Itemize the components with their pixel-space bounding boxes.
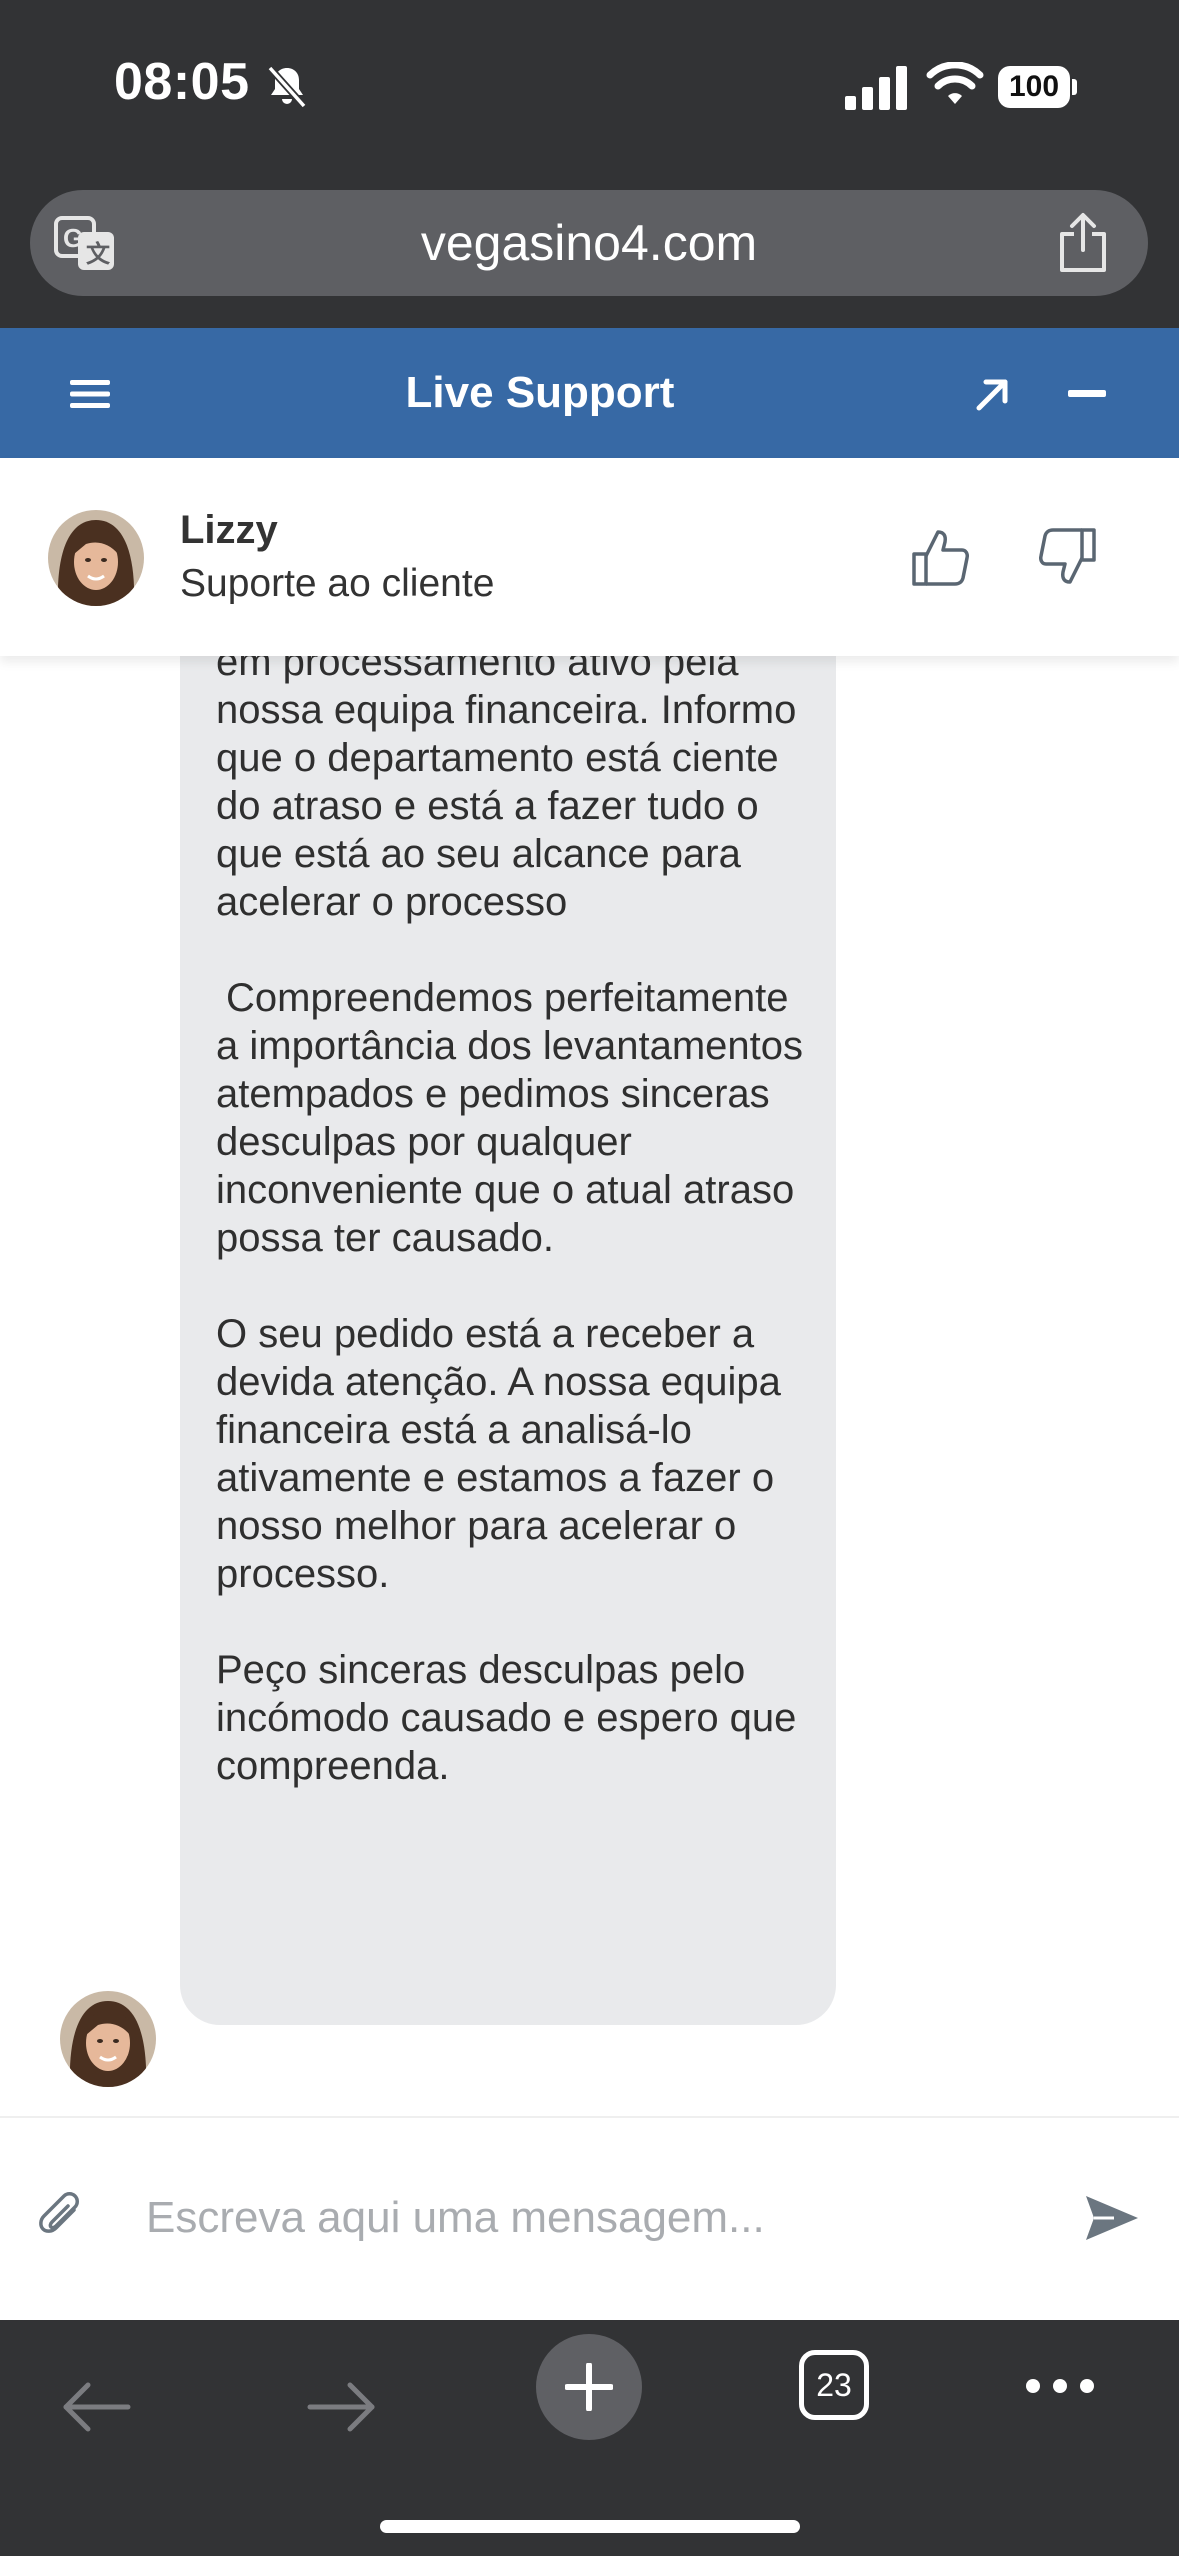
expand-icon[interactable]: [975, 378, 1009, 412]
status-time: 08:05: [114, 53, 250, 111]
plus-icon: [565, 2363, 613, 2411]
message-paragraph: Peço sinceras desculpas pelo incómodo ca…: [216, 1648, 797, 1788]
agent-avatar: [48, 510, 144, 606]
send-icon[interactable]: [1084, 2192, 1140, 2244]
new-tab-button[interactable]: [536, 2334, 642, 2440]
chat-title: Live Support: [405, 368, 675, 417]
message-paragraph: pagamentos estão atualmente em processam…: [216, 656, 797, 924]
thumbs-down-icon[interactable]: [1036, 526, 1098, 588]
message-composer: [0, 2118, 1179, 2320]
battery-level: 100: [998, 66, 1070, 108]
agent-role: Suporte ao cliente: [180, 562, 495, 605]
paperclip-icon[interactable]: [36, 2188, 86, 2244]
browser-bottom-toolbar: 23: [0, 2320, 1179, 2556]
message-input[interactable]: [146, 2173, 1046, 2263]
live-support-header: Live Support: [0, 328, 1179, 458]
browser-top-chrome: 08:05 100 G 文 vegasino4.com: [0, 0, 1179, 328]
chat-messages[interactable]: pagamentos estão atualmente em processam…: [0, 656, 1179, 2116]
message-agent-avatar: [60, 1991, 156, 2087]
minimize-icon[interactable]: [1068, 390, 1106, 397]
agent-info-bar: Lizzy Suporte ao cliente: [0, 458, 1179, 656]
wifi-icon: [926, 62, 984, 104]
forward-icon[interactable]: [306, 2380, 378, 2434]
url-text[interactable]: vegasino4.com: [30, 190, 1148, 296]
message-paragraph: O seu pedido está a receber a devida ate…: [216, 1312, 781, 1596]
message-paragraph: Compreendemos perfeitamente a importânci…: [216, 976, 803, 1260]
bell-slash-icon: [267, 65, 307, 109]
more-icon[interactable]: [1024, 2376, 1096, 2396]
agent-message-text: pagamentos estão atualmente em processam…: [216, 656, 816, 1790]
share-icon[interactable]: [1056, 212, 1110, 274]
thumbs-up-icon[interactable]: [910, 526, 972, 588]
agent-name: Lizzy: [180, 508, 278, 552]
back-icon[interactable]: [60, 2380, 132, 2434]
address-bar[interactable]: G 文 vegasino4.com: [30, 190, 1148, 296]
tabs-icon[interactable]: 23: [799, 2350, 869, 2420]
home-indicator: [380, 2520, 800, 2533]
battery-icon: 100: [998, 66, 1078, 108]
signal-icon: [845, 66, 907, 110]
